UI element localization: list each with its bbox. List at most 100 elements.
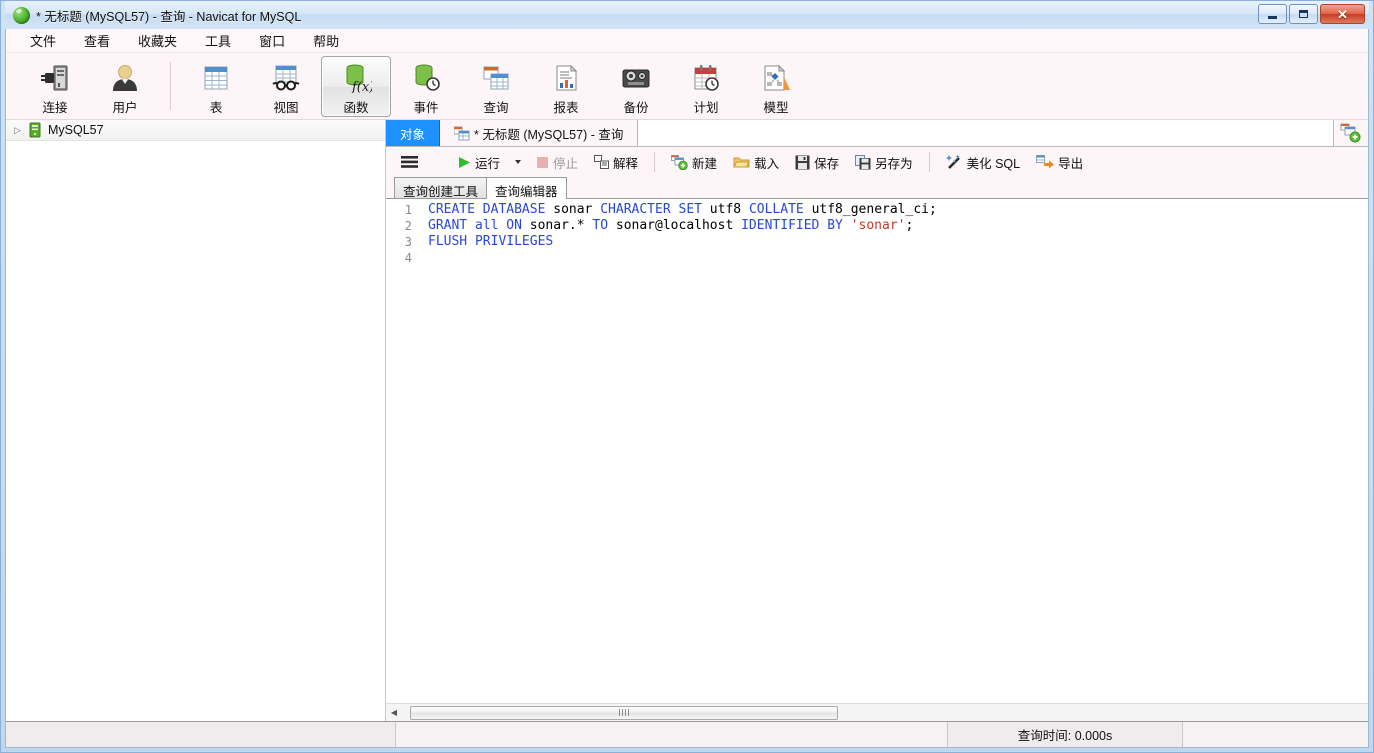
run-button[interactable]: 运行 <box>451 149 507 176</box>
sql-token: ON <box>506 218 522 233</box>
report-chart-icon <box>550 61 582 96</box>
beautify-sql-button[interactable]: 美化 SQL <box>939 149 1028 176</box>
collapsed-arrow-icon[interactable]: ▷ <box>14 125 28 136</box>
save-as-icon <box>855 154 871 170</box>
stop-square-icon <box>536 156 549 169</box>
sql-line <box>428 250 1368 266</box>
client-area: 文件 查看 收藏夹 工具 窗口 帮助 连接 用户 表 视图 f(x 函数 事件 … <box>5 29 1369 748</box>
scroll-left-arrow-icon[interactable]: ◀ <box>386 705 402 721</box>
query-toolbar: 运行 停止 解释 新建 载入 保存 另存为 美化 SQL 导出 <box>386 147 1368 177</box>
function-fx-icon: f(x) <box>340 61 372 96</box>
toolbar-label: 事件 <box>413 100 439 115</box>
toolbar-button-schedule[interactable]: 计划 <box>671 56 741 117</box>
sql-code-area[interactable]: 1 2 3 4 CREATE DATABASE sonar CHARACTER SET… <box>386 199 1368 703</box>
right-pane: 对象 * 无标题 (MySQL57) - 查询 运行 停止 解释 新建 载入 保… <box>386 120 1368 721</box>
toolbar-label: 视图 <box>273 100 299 115</box>
close-button[interactable]: ✕ <box>1320 4 1365 24</box>
query-toolbar-separator <box>654 152 656 172</box>
tree-item-mysql57[interactable]: ▷ MySQL57 <box>6 120 385 141</box>
save-floppy-icon <box>795 155 810 170</box>
sub-tab-query-editor[interactable]: 查询编辑器 <box>486 177 567 199</box>
toolbar-button-backup[interactable]: 备份 <box>601 56 671 117</box>
editor-horizontal-scrollbar[interactable]: ◀ <box>386 703 1368 721</box>
explain-button[interactable]: 解释 <box>587 149 645 176</box>
view-glasses-icon <box>270 61 302 96</box>
sub-tab-query-builder[interactable]: 查询创建工具 <box>394 177 488 199</box>
minimize-button[interactable] <box>1258 4 1287 24</box>
toolbar-button-user[interactable]: 用户 <box>90 56 160 117</box>
menu-item-favorites[interactable]: 收藏夹 <box>124 29 191 52</box>
event-clock-icon <box>410 61 442 96</box>
toolbar-label: 备份 <box>623 100 649 115</box>
export-button[interactable]: 导出 <box>1029 149 1090 176</box>
status-bar: 查询时间: 0.000s <box>6 721 1368 747</box>
sql-token: 'sonar' <box>850 218 906 233</box>
save-label: 保存 <box>814 156 840 171</box>
navicat-green-circle-icon <box>13 6 30 24</box>
query-toolbar-separator-2 <box>928 152 930 172</box>
run-dropdown-button[interactable] <box>509 156 527 168</box>
toolbar-button-connection[interactable]: 连接 <box>20 56 90 117</box>
connection-sidebar: ▷ MySQL57 <box>6 120 386 721</box>
maximize-button[interactable] <box>1289 4 1318 24</box>
sql-token: BY <box>827 218 843 233</box>
line-number-gutter: 1 2 3 4 <box>386 202 418 703</box>
main-toolbar: 连接 用户 表 视图 f(x 函数 事件 查询 报表 备份 计划 模型 <box>6 53 1368 120</box>
menu-item-window[interactable]: 窗口 <box>245 29 299 52</box>
tab-objects[interactable]: 对象 <box>386 120 441 146</box>
folder-open-icon <box>733 155 750 169</box>
hamburger-menu-button[interactable] <box>394 151 425 173</box>
minimize-icon <box>1268 15 1277 19</box>
toolbar-button-view[interactable]: 视图 <box>251 56 321 117</box>
sql-token: sonar.* <box>521 218 593 233</box>
grip-line <box>622 709 623 716</box>
toolbar-button-event[interactable]: 事件 <box>391 56 461 117</box>
tab-label: 对象 <box>400 127 426 142</box>
tree-item-label: MySQL57 <box>48 123 104 137</box>
toolbar-button-query[interactable]: 查询 <box>461 56 531 117</box>
sql-token: IDENTIFIED <box>741 218 820 233</box>
new-button[interactable]: 新建 <box>664 149 724 176</box>
query-tables-icon <box>454 126 470 141</box>
query-tables-icon <box>480 61 512 96</box>
sql-token: CHARACTER <box>600 202 671 217</box>
status-cell-2 <box>396 722 948 747</box>
title-bar: * 无标题 (MySQL57) - 查询 - Navicat for MySQL… <box>5 1 1369 29</box>
menu-item-view[interactable]: 查看 <box>70 29 124 52</box>
menu-item-file[interactable]: 文件 <box>16 29 70 52</box>
menu-item-help[interactable]: 帮助 <box>299 29 353 52</box>
toolbar-label: 模型 <box>763 100 789 115</box>
new-label: 新建 <box>692 156 718 171</box>
toolbar-button-table[interactable]: 表 <box>181 56 251 117</box>
sql-code-text[interactable]: CREATE DATABASE sonar CHARACTER SET utf8… <box>418 202 1368 703</box>
toolbar-button-report[interactable]: 报表 <box>531 56 601 117</box>
save-as-button[interactable]: 另存为 <box>848 149 920 176</box>
toolbar-button-function[interactable]: f(x) 函数 <box>321 55 391 117</box>
tab-query-untitled[interactable]: * 无标题 (MySQL57) - 查询 <box>440 120 639 146</box>
menu-item-tools[interactable]: 工具 <box>191 29 245 52</box>
tab-label: * 无标题 (MySQL57) - 查询 <box>474 127 624 142</box>
toolbar-label: 查询 <box>483 100 509 115</box>
sql-editor[interactable]: 1 2 3 4 CREATE DATABASE sonar CHARACTER SET… <box>386 199 1368 721</box>
line-number: 2 <box>404 219 412 233</box>
toolbar-button-model[interactable]: 模型 <box>741 56 811 117</box>
document-tab-strip: 对象 * 无标题 (MySQL57) - 查询 <box>386 120 1368 147</box>
backup-tape-icon <box>620 61 652 96</box>
sidebar-empty-area <box>6 141 385 721</box>
new-query-plus-icon[interactable] <box>1334 120 1368 146</box>
svg-text:f(x): f(x) <box>351 80 372 93</box>
load-button[interactable]: 载入 <box>726 149 786 176</box>
save-button[interactable]: 保存 <box>788 149 846 176</box>
scrollbar-track[interactable] <box>402 705 1368 721</box>
scrollbar-thumb[interactable] <box>410 705 838 720</box>
sql-token: sonar@localhost <box>608 218 742 233</box>
toolbar-label: 连接 <box>42 100 68 115</box>
play-green-icon <box>458 156 471 169</box>
status-cell-4 <box>1183 722 1368 747</box>
stop-button[interactable]: 停止 <box>529 149 585 176</box>
window-controls: ✕ <box>1258 4 1365 24</box>
load-label: 载入 <box>754 156 780 171</box>
explain-icon <box>594 155 610 169</box>
